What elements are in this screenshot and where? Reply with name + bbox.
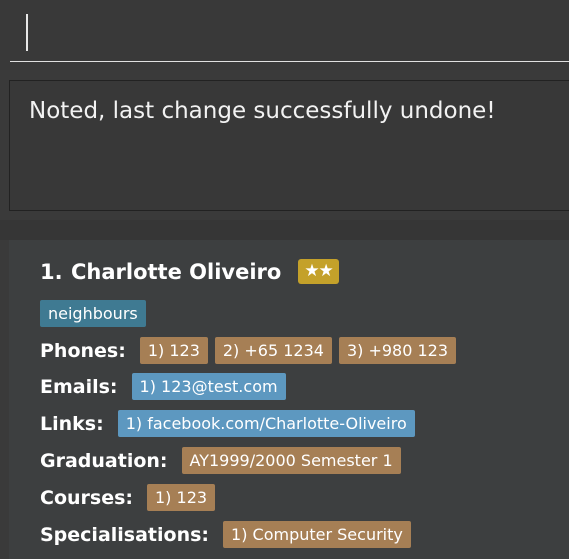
links-row: Links: 1) facebook.com/Charlotte-Oliveir… [40, 410, 422, 437]
person-header: 1. Charlotte Oliveiro ★★ [40, 259, 339, 284]
phones-label: Phones: [40, 339, 126, 362]
email-chip[interactable]: 1) 123@test.com [131, 373, 286, 400]
graduation-chip: AY1999/2000 Semester 1 [181, 447, 401, 474]
phone-chip: 3) +980 123 [338, 337, 457, 364]
person-index: 1. [40, 259, 63, 284]
tag-neighbours: neighbours [40, 300, 146, 327]
emails-row: Emails: 1) 123@test.com [40, 373, 293, 400]
rating-stars-badge: ★★ [298, 259, 339, 284]
link-chip[interactable]: 1) facebook.com/Charlotte-Oliveiro [117, 410, 415, 437]
text-caret [26, 14, 28, 51]
links-label: Links: [40, 412, 104, 435]
course-chip: 1) 123 [147, 484, 216, 511]
person-name: Charlotte Oliveiro [71, 259, 282, 284]
command-underline [10, 61, 569, 62]
command-box[interactable] [0, 0, 569, 70]
phone-chip: 2) +65 1234 [214, 337, 332, 364]
result-message: Noted, last change successfully undone! [29, 98, 496, 124]
specialisations-row: Specialisations: 1) Computer Security [40, 521, 418, 548]
specialisations-label: Specialisations: [40, 523, 210, 546]
person-card[interactable]: 1. Charlotte Oliveiro ★★ neighbours Phon… [9, 240, 569, 559]
phone-chip: 1) 123 [139, 337, 208, 364]
panel-separator [0, 220, 569, 240]
graduation-label: Graduation: [40, 449, 168, 472]
phones-row: Phones: 1) 123 2) +65 1234 3) +980 123 [40, 337, 463, 364]
emails-label: Emails: [40, 375, 118, 398]
courses-row: Courses: 1) 123 [40, 484, 222, 511]
result-display: Noted, last change successfully undone! [9, 80, 569, 211]
specialisation-chip: 1) Computer Security [223, 521, 411, 548]
courses-label: Courses: [40, 486, 133, 509]
graduation-row: Graduation: AY1999/2000 Semester 1 [40, 447, 408, 474]
